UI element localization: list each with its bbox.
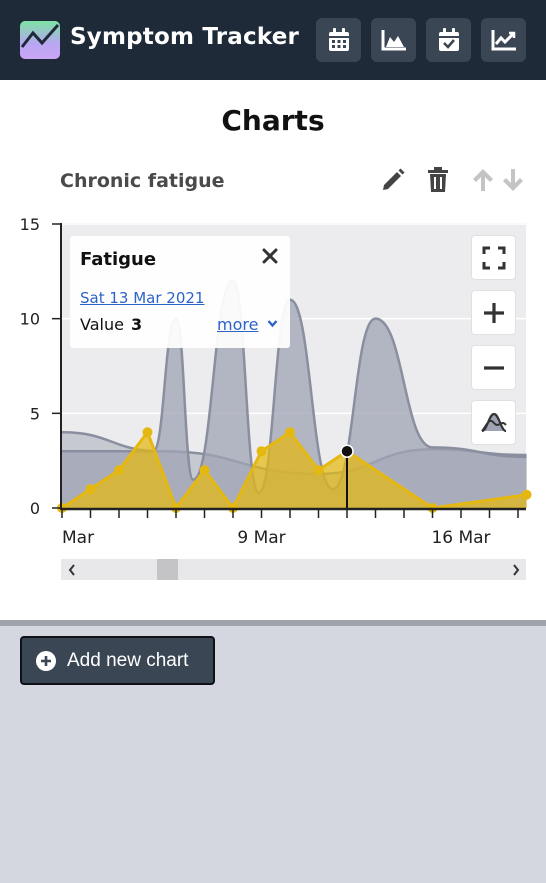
smoothing-toggle-button[interactable] <box>471 400 516 445</box>
chart-logo-icon <box>20 21 60 59</box>
y-tick-label: 10 <box>20 310 40 329</box>
move-up-icon <box>473 169 493 191</box>
line-chart-icon <box>491 30 516 51</box>
y-tick-label: 5 <box>30 404 40 423</box>
zoom-out-button[interactable] <box>471 345 516 390</box>
zoom-in-icon <box>483 302 504 323</box>
calendar-check-icon <box>438 28 459 51</box>
fatigue-point[interactable] <box>521 489 532 500</box>
fatigue-point[interactable] <box>285 427 295 438</box>
fatigue-point[interactable] <box>256 446 267 457</box>
chart-scrollbar[interactable] <box>61 559 526 580</box>
add-new-chart-label: Add new chart <box>67 649 189 671</box>
fullscreen-icon <box>482 246 505 269</box>
nav-calendar-check-button[interactable] <box>426 18 471 62</box>
delete-chart-button[interactable] <box>422 164 454 196</box>
edit-chart-button[interactable] <box>377 164 409 196</box>
tooltip-value: 3 <box>131 315 143 334</box>
close-icon[interactable] <box>260 246 280 266</box>
nav-calendar-button[interactable] <box>316 18 361 62</box>
tooltip-date-link[interactable]: Sat 13 Mar 2021 <box>80 289 204 307</box>
scroll-left-button[interactable] <box>61 559 82 580</box>
chevron-right-icon <box>512 563 519 576</box>
move-down-button[interactable] <box>497 164 529 196</box>
move-down-icon <box>503 169 523 191</box>
tooltip-value-label: Value <box>80 315 124 334</box>
y-axis-gutter <box>0 220 61 520</box>
nav-area-chart-button[interactable] <box>371 18 416 62</box>
calendar-icon <box>328 28 349 51</box>
fatigue-point[interactable] <box>142 427 153 438</box>
fatigue-point[interactable] <box>114 465 124 476</box>
x-tick-label: 9 Mar <box>237 528 285 548</box>
tooltip-more-link[interactable]: more <box>217 315 258 334</box>
chevron-left-icon <box>68 563 75 576</box>
plus-circle-icon <box>36 650 56 671</box>
delete-icon <box>428 167 448 192</box>
x-tick-label: Mar <box>62 528 94 548</box>
add-new-chart-button[interactable]: Add new chart <box>20 636 215 685</box>
fullscreen-button[interactable] <box>471 235 516 280</box>
page-title: Charts <box>221 104 325 137</box>
fatigue-point[interactable] <box>199 465 210 476</box>
y-tick-label: 0 <box>30 499 40 518</box>
area-chart-icon <box>381 30 406 51</box>
move-up-button[interactable] <box>467 164 499 196</box>
chevron-down-icon[interactable] <box>267 319 278 328</box>
app-header: Symptom Tracker <box>0 0 546 80</box>
panel-divider <box>0 620 546 626</box>
data-tooltip: Fatigue Sat 13 Mar 2021 Value 3 more <box>70 236 290 348</box>
chart-name: Chronic fatigue <box>60 170 225 192</box>
fatigue-point[interactable] <box>313 465 324 476</box>
selected-point[interactable] <box>340 444 354 458</box>
scroll-right-button[interactable] <box>505 559 526 580</box>
nav-line-chart-button[interactable] <box>481 18 526 62</box>
tooltip-title: Fatigue <box>80 249 157 270</box>
edit-icon <box>383 168 405 190</box>
zoom-in-button[interactable] <box>471 290 516 335</box>
smoothing-icon <box>480 412 507 432</box>
x-tick-label: 16 Mar <box>431 528 490 548</box>
app-title: Symptom Tracker <box>70 24 300 50</box>
zoom-out-icon <box>483 365 504 370</box>
y-tick-label: 15 <box>20 215 40 234</box>
fatigue-point[interactable] <box>85 484 96 495</box>
scrollbar-thumb[interactable] <box>157 559 178 580</box>
